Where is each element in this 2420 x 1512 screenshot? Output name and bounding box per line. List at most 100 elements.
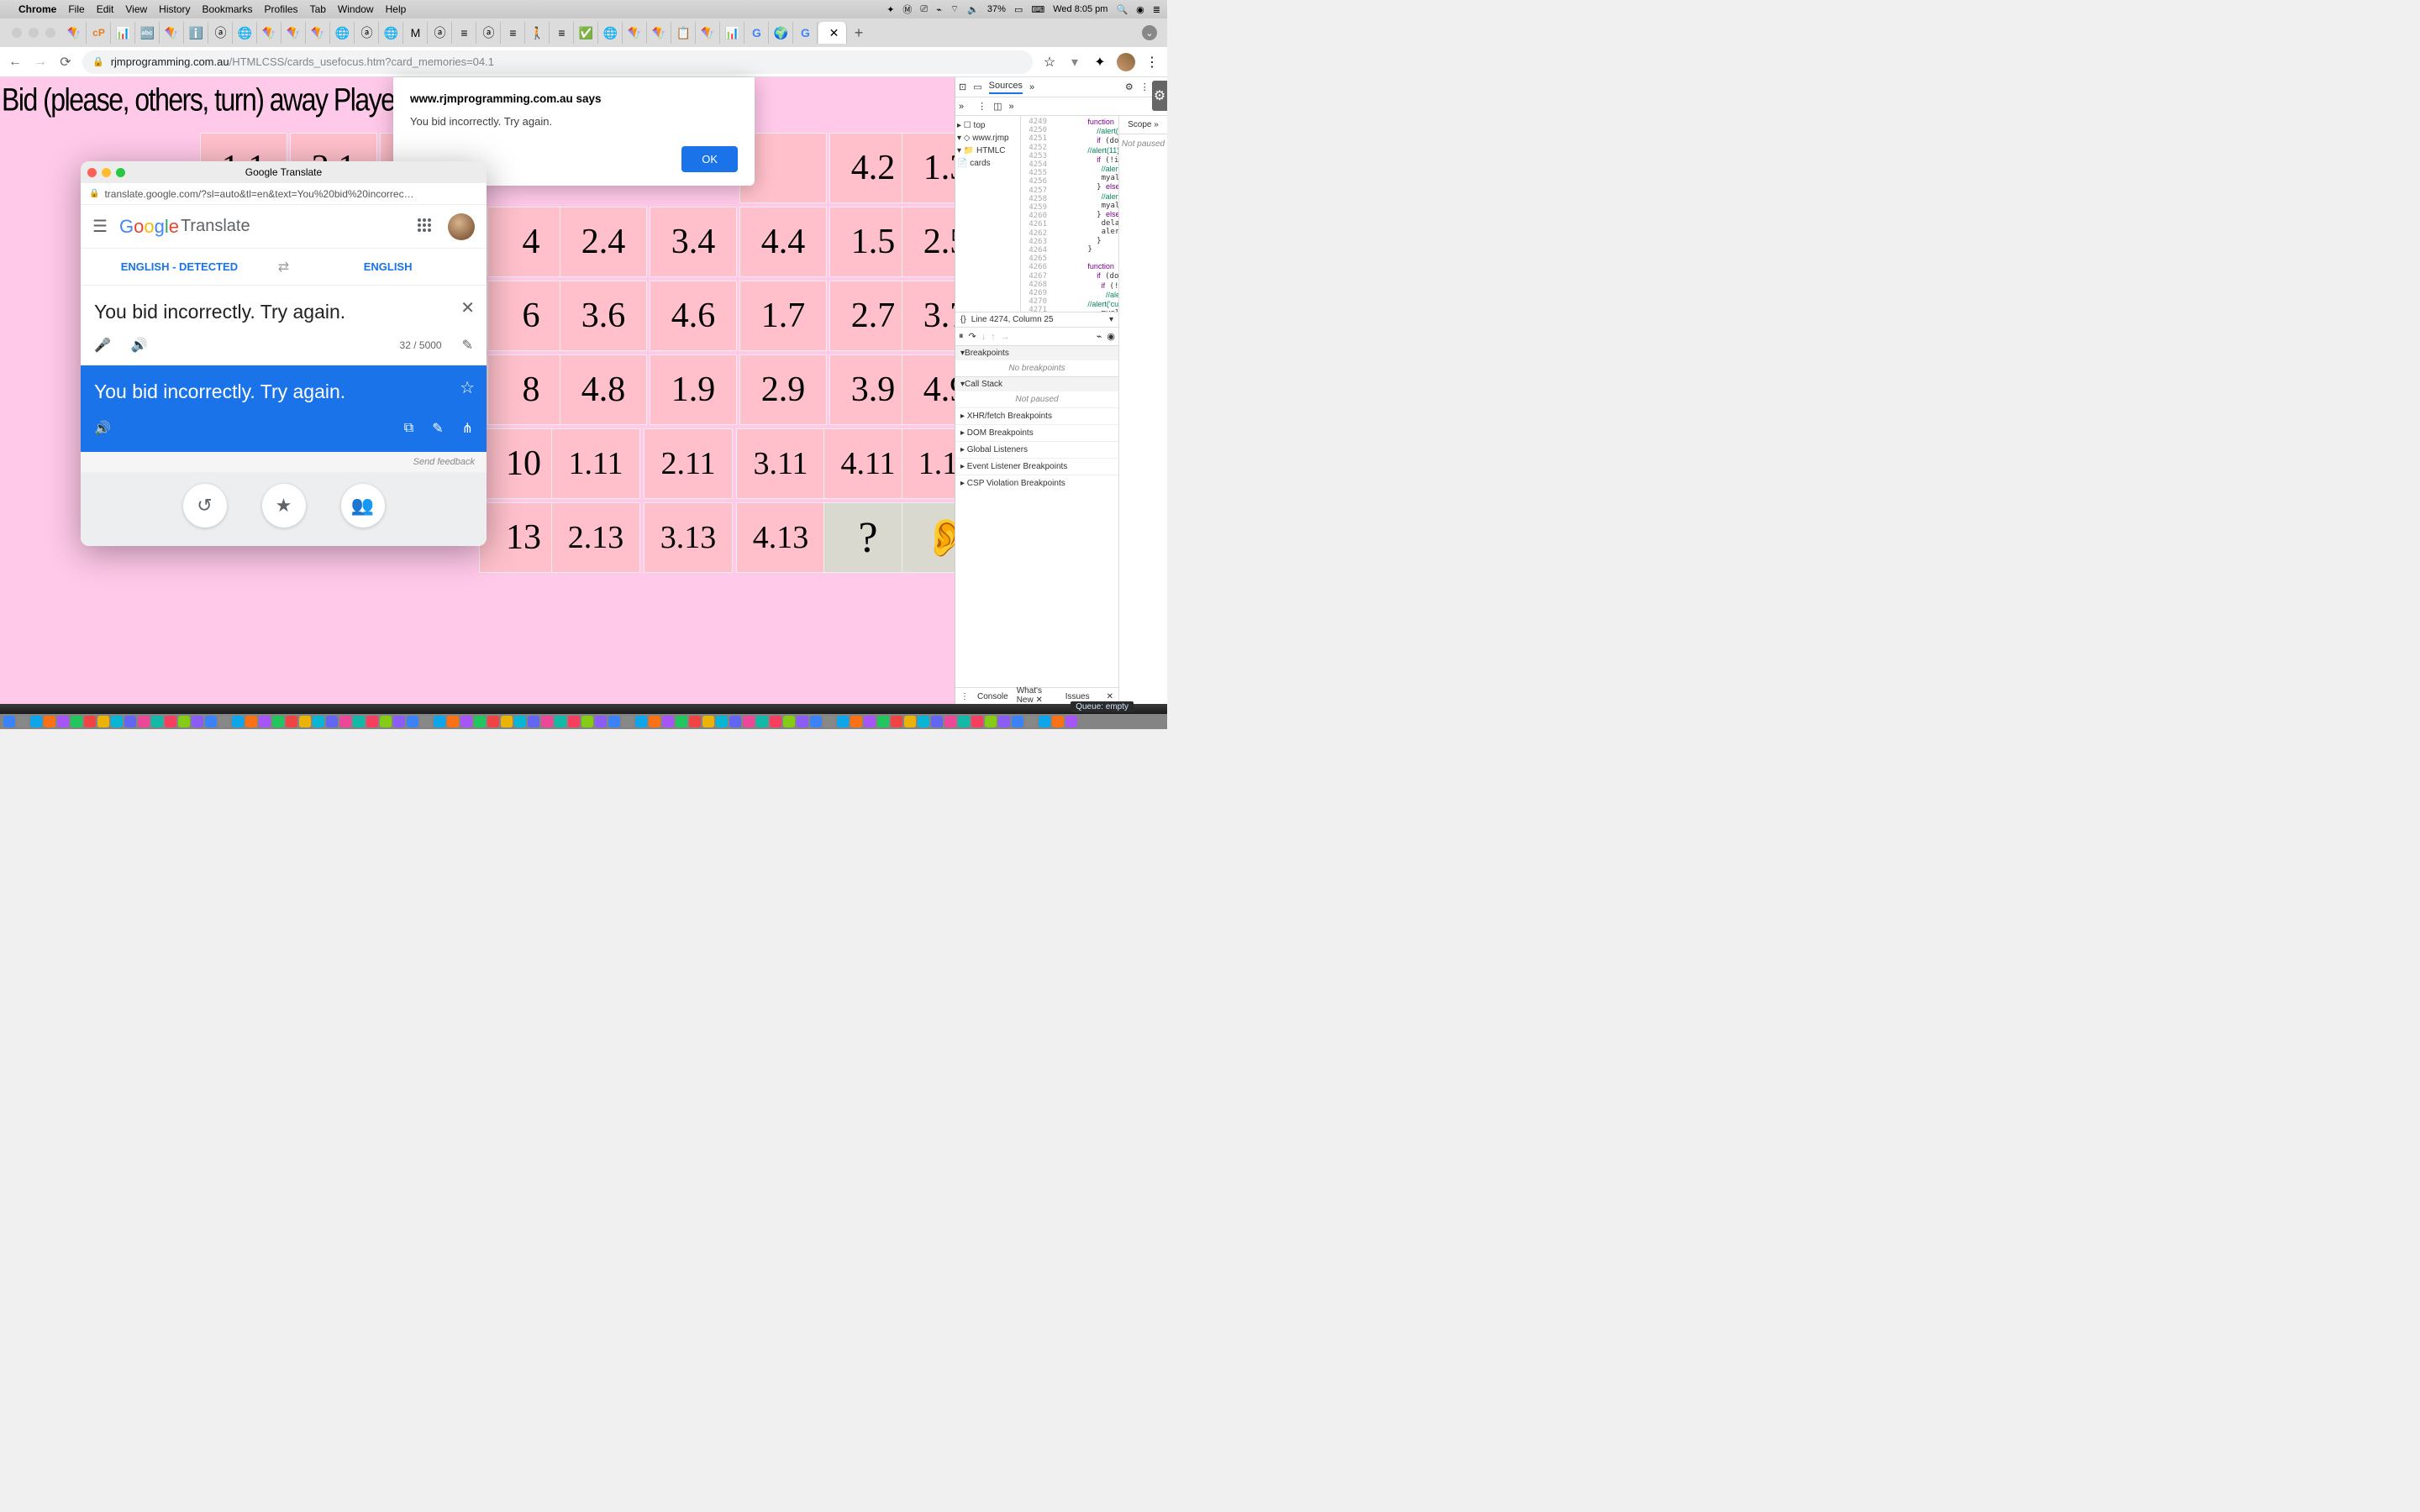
- dock-app-icon[interactable]: [353, 716, 365, 727]
- tab[interactable]: 📊: [721, 22, 744, 44]
- card[interactable]: 4.4: [739, 207, 827, 277]
- dock-app-icon[interactable]: [743, 716, 755, 727]
- dock-app-icon[interactable]: [783, 716, 795, 727]
- google-apps-icon[interactable]: [418, 218, 434, 235]
- control-center-icon[interactable]: ◉: [1136, 4, 1144, 15]
- dock-app-icon[interactable]: [877, 716, 889, 727]
- window-controls[interactable]: [5, 28, 62, 38]
- menu-edit[interactable]: Edit: [97, 3, 114, 15]
- edit-icon[interactable]: ✎: [432, 420, 443, 437]
- dock-app-icon[interactable]: [111, 716, 123, 727]
- dock-app-icon[interactable]: [339, 716, 351, 727]
- saved-icon[interactable]: ★: [262, 484, 306, 528]
- dock-app-icon[interactable]: [689, 716, 701, 727]
- close-drawer-icon[interactable]: ✕: [1107, 692, 1113, 701]
- dock-app-icon[interactable]: [985, 716, 997, 727]
- card[interactable]: 3.6: [560, 281, 647, 351]
- bluetooth-icon[interactable]: ⌁: [936, 4, 942, 15]
- menu-icon[interactable]: ⋮: [1140, 81, 1150, 92]
- tab[interactable]: 🌐: [331, 22, 355, 44]
- card[interactable]: 4.11: [823, 428, 913, 499]
- source-text[interactable]: You bid incorrectly. Try again.: [94, 301, 473, 323]
- dock-app-icon[interactable]: [756, 716, 768, 727]
- menu-profiles[interactable]: Profiles: [265, 3, 298, 15]
- tab[interactable]: 🪁: [697, 22, 720, 44]
- card[interactable]: 1.11: [551, 428, 640, 499]
- pause-icon[interactable]: ⏸: [959, 331, 964, 342]
- save-star-icon[interactable]: ☆: [460, 377, 475, 398]
- dock-app-icon[interactable]: [259, 716, 271, 727]
- tab[interactable]: 🪁: [258, 22, 281, 44]
- card[interactable]: 3.13: [644, 502, 733, 573]
- drawer-tab-issues[interactable]: Issues: [1065, 692, 1090, 701]
- inspect-icon[interactable]: ⊡: [959, 81, 966, 92]
- tab[interactable]: 🌍: [770, 22, 793, 44]
- dock-app-icon[interactable]: [797, 716, 808, 727]
- menu-view[interactable]: View: [125, 3, 147, 15]
- pencil-icon[interactable]: ✎: [462, 337, 473, 354]
- tab[interactable]: M: [404, 22, 428, 44]
- card[interactable]: ?: [823, 502, 913, 573]
- dock-app-icon[interactable]: [407, 716, 418, 727]
- tab[interactable]: ≡: [502, 22, 525, 44]
- dock-app-icon[interactable]: [864, 716, 876, 727]
- card[interactable]: 2.4: [560, 207, 647, 277]
- card[interactable]: 2.9: [739, 354, 827, 425]
- dock-app-icon[interactable]: [581, 716, 593, 727]
- card[interactable]: 1.7: [739, 281, 827, 351]
- dock-app-icon[interactable]: [528, 716, 539, 727]
- tab[interactable]: 🌐: [234, 22, 257, 44]
- dock-app-icon[interactable]: [1052, 716, 1064, 727]
- mic-icon[interactable]: 🎤: [94, 337, 111, 354]
- tab[interactable]: ⓐ: [429, 22, 452, 44]
- volume-icon[interactable]: 🔈: [967, 4, 979, 15]
- dock-app-icon[interactable]: [958, 716, 970, 727]
- card[interactable]: 2.13: [551, 502, 640, 573]
- tab[interactable]: ⓐ: [477, 22, 501, 44]
- input-icon[interactable]: ⌨: [1031, 4, 1044, 15]
- dock-app-icon[interactable]: [918, 716, 929, 727]
- tab[interactable]: ℹ️: [185, 22, 208, 44]
- dock-app-icon[interactable]: [487, 716, 499, 727]
- history-icon[interactable]: ↺: [183, 484, 227, 528]
- dock-app-icon[interactable]: [891, 716, 902, 727]
- callstack-header[interactable]: ▾ Call Stack: [955, 377, 1118, 391]
- source-language[interactable]: ENGLISH - DETECTED: [81, 260, 278, 273]
- share-icon[interactable]: ⋔: [462, 420, 473, 437]
- dock-app-icon[interactable]: [635, 716, 647, 727]
- dock-app-icon[interactable]: [1025, 716, 1037, 727]
- dock-app-icon[interactable]: [84, 716, 96, 727]
- devtools-section[interactable]: ▸ Global Listeners: [955, 441, 1118, 458]
- more-icon[interactable]: »: [959, 102, 964, 112]
- tab[interactable]: ⓐ: [209, 22, 233, 44]
- dock-app-icon[interactable]: [501, 716, 513, 727]
- card[interactable]: 2.11: [644, 428, 733, 499]
- tab[interactable]: 🪁: [623, 22, 647, 44]
- tab[interactable]: 🌐: [599, 22, 623, 44]
- dock-app-icon[interactable]: [434, 716, 445, 727]
- dock-app-icon[interactable]: [124, 716, 136, 727]
- devtools-section[interactable]: ▸ XHR/fetch Breakpoints: [955, 407, 1118, 424]
- dock-app-icon[interactable]: [514, 716, 526, 727]
- dock-app-icon[interactable]: [57, 716, 69, 727]
- tab[interactable]: 📋: [672, 22, 696, 44]
- speaker-icon[interactable]: 🔊: [131, 337, 148, 354]
- tab[interactable]: 🪁: [160, 22, 184, 44]
- dock-app-icon[interactable]: [850, 716, 862, 727]
- copy-icon[interactable]: ⧉: [404, 421, 413, 436]
- star-icon[interactable]: ☆: [1041, 54, 1058, 71]
- menu-file[interactable]: File: [68, 3, 84, 15]
- tab-active[interactable]: ✕: [818, 22, 847, 44]
- card[interactable]: 3.4: [650, 207, 737, 277]
- split-icon[interactable]: ◫: [993, 101, 1002, 112]
- tab[interactable]: G: [745, 22, 769, 44]
- alert-ok-button[interactable]: OK: [681, 146, 738, 172]
- menu-history[interactable]: History: [159, 3, 190, 15]
- dock-app-icon[interactable]: [662, 716, 674, 727]
- breakpoints-header[interactable]: ▾ Breakpoints: [955, 346, 1118, 360]
- step-icon[interactable]: →: [1001, 332, 1010, 342]
- reload-button[interactable]: ⟳: [57, 54, 74, 71]
- speaker-icon[interactable]: 🔊: [94, 420, 111, 437]
- dock-app-icon[interactable]: [595, 716, 607, 727]
- dock-app-icon[interactable]: [97, 716, 109, 727]
